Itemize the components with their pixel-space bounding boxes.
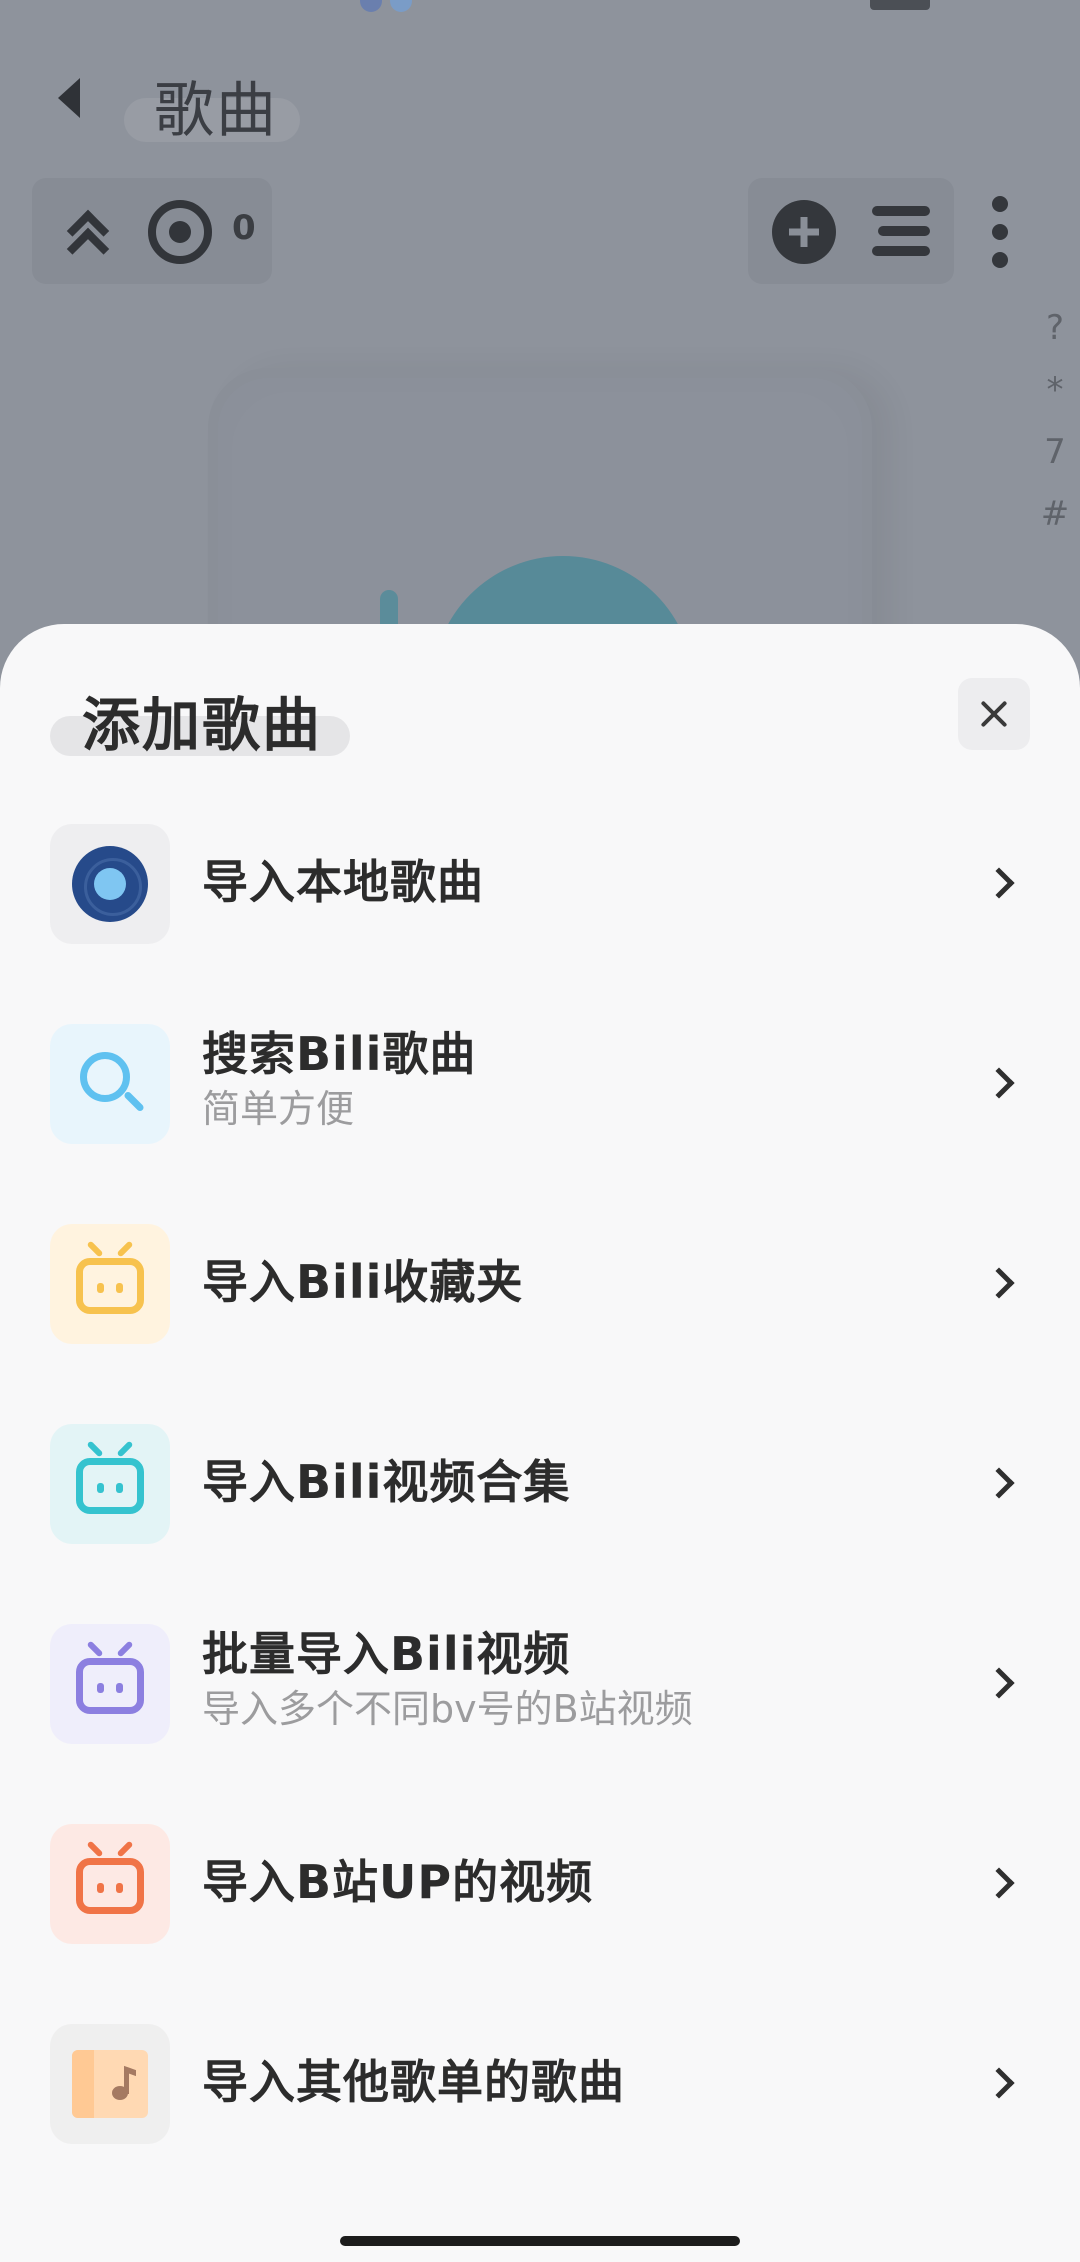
home-indicator[interactable] (340, 2236, 740, 2246)
chevron-right-icon (983, 1067, 1015, 1099)
scroll-to-top-icon[interactable] (64, 208, 114, 271)
index-letter[interactable]: # (1041, 494, 1070, 534)
back-button[interactable] (44, 68, 94, 128)
chevron-right-icon (983, 1667, 1015, 1699)
menu-icon-container (50, 1824, 170, 1944)
menu-item-import-local[interactable]: 导入本地歌曲 (0, 824, 1080, 1024)
menu-item-import-bili-collection[interactable]: 导入Bili视频合集 (0, 1424, 1080, 1624)
menu-text: 导入Bili收藏夹 (202, 1252, 523, 1312)
chevron-right-icon (983, 867, 1015, 899)
menu-icon-container (50, 1624, 170, 1744)
menu-item-subtitle: 导入多个不同bv号的B站视频 (202, 1687, 693, 1731)
bilibili-tv-icon (76, 1458, 144, 1514)
page-title: 歌曲 (154, 76, 278, 146)
chevron-right-icon (983, 2067, 1015, 2099)
playlist-toolbar: 0 (32, 178, 272, 284)
back-arrow-icon (58, 78, 80, 118)
menu-item-import-up-videos[interactable]: 导入B站UP的视频 (0, 1824, 1080, 2024)
menu-item-batch-import-bili[interactable]: 批量导入Bili视频 导入多个不同bv号的B站视频 (0, 1624, 1080, 1824)
menu-text: 搜索Bili歌曲 简单方便 (202, 1024, 476, 1134)
chevron-right-icon (983, 1467, 1015, 1499)
locate-count: 0 (232, 208, 256, 248)
menu-text: 批量导入Bili视频 导入多个不同bv号的B站视频 (202, 1624, 693, 1734)
background-page: 歌曲 0 ? * 7 # (0, 0, 1080, 818)
menu-item-label: 导入本地歌曲 (202, 855, 484, 909)
chevron-right-icon (983, 1267, 1015, 1299)
bilibili-tv-icon (76, 1258, 144, 1314)
bilibili-tv-icon (76, 1658, 144, 1714)
battery-icon (870, 0, 930, 10)
more-options-icon[interactable] (990, 196, 1014, 270)
menu-item-label: 搜索Bili歌曲 (202, 1027, 477, 1081)
search-icon (80, 1052, 130, 1102)
vinyl-record-icon (72, 846, 148, 922)
menu-item-search-bili[interactable]: 搜索Bili歌曲 简单方便 (0, 1024, 1080, 1224)
menu-icon-container (50, 824, 170, 944)
menu-text: 导入B站UP的视频 (202, 1852, 593, 1912)
bilibili-tv-icon (76, 1858, 144, 1914)
alphabet-index[interactable]: ? * 7 # (1040, 308, 1070, 534)
menu-item-import-other-playlist[interactable]: 导入其他歌单的歌曲 (0, 2024, 1080, 2224)
menu-item-label: 导入B站UP的视频 (202, 1855, 594, 1909)
index-letter[interactable]: * (1047, 370, 1064, 410)
chevron-right-icon (983, 1867, 1015, 1899)
close-button[interactable] (958, 678, 1030, 750)
status-bar (0, 0, 1080, 14)
menu-item-label: 导入其他歌单的歌曲 (202, 2055, 625, 2109)
index-letter[interactable]: 7 (1044, 432, 1066, 472)
sheet-title: 添加歌曲 (82, 691, 323, 759)
menu-icon-container (50, 2024, 170, 2144)
index-letter[interactable]: ? (1046, 308, 1064, 348)
menu-item-label: 导入Bili收藏夹 (202, 1255, 524, 1309)
add-icon[interactable] (772, 200, 836, 264)
menu-text: 导入其他歌单的歌曲 (202, 2052, 625, 2112)
menu-icon-container (50, 1224, 170, 1344)
menu-item-subtitle: 简单方便 (202, 1087, 355, 1131)
menu-icon-container (50, 1424, 170, 1544)
add-songs-sheet: 添加歌曲 导入本地歌曲 搜索Bili歌曲 简单方便 导入Bili收藏夹 导入Bi… (0, 624, 1080, 2262)
status-icon (360, 0, 382, 12)
menu-text: 导入Bili视频合集 (202, 1452, 570, 1512)
menu-item-import-bili-favorites[interactable]: 导入Bili收藏夹 (0, 1224, 1080, 1424)
actions-toolbar (748, 178, 954, 284)
menu-item-label: 批量导入Bili视频 (202, 1627, 571, 1681)
locate-icon[interactable] (148, 200, 212, 264)
menu-text: 导入本地歌曲 (202, 852, 484, 912)
status-icon (390, 0, 412, 12)
list-icon[interactable] (872, 206, 930, 256)
menu-icon-container (50, 1024, 170, 1144)
music-book-icon (72, 2050, 148, 2118)
menu-item-label: 导入Bili视频合集 (202, 1455, 571, 1509)
